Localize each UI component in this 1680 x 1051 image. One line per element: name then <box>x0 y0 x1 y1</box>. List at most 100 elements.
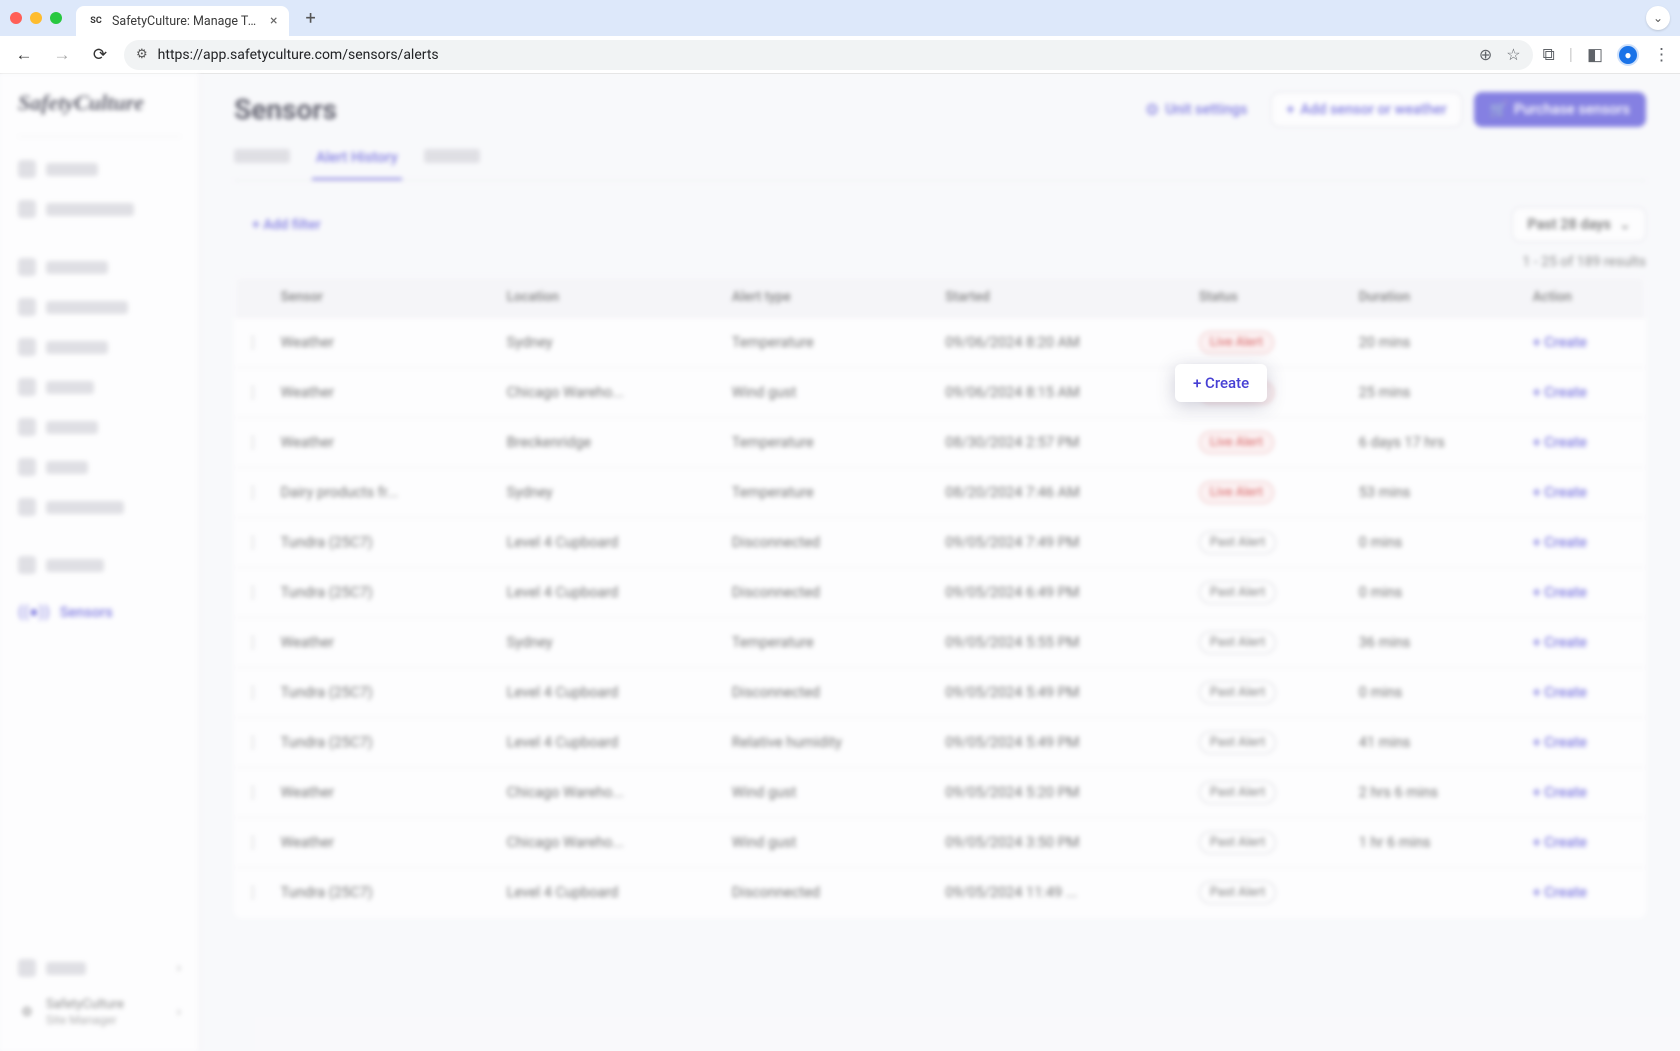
tab-alert-history[interactable]: Alert History <box>312 137 402 180</box>
create-button-highlighted[interactable]: + Create <box>1175 364 1267 402</box>
date-range-dropdown[interactable]: Past 28 days ⌄ <box>1512 207 1646 242</box>
site-settings-icon[interactable]: ⚙ <box>136 47 148 62</box>
sidebar-item[interactable] <box>10 191 189 227</box>
minimize-window[interactable] <box>30 12 42 24</box>
status-badge: Past Alert <box>1199 531 1276 554</box>
table-row[interactable]: ⋮WeatherChicago Wareho...Wind gust09/05/… <box>235 768 1646 818</box>
maximize-window[interactable] <box>50 12 62 24</box>
drag-handle-icon[interactable]: ⋮ <box>235 318 271 368</box>
status-badge: Past Alert <box>1199 631 1276 654</box>
drag-handle-icon[interactable]: ⋮ <box>235 768 271 818</box>
add-filter-button[interactable]: + Add filter <box>252 217 321 233</box>
tab-placeholder[interactable] <box>424 149 480 163</box>
close-tab-icon[interactable]: × <box>270 13 277 29</box>
sidebar-item[interactable] <box>10 289 189 325</box>
sidebar-org-row[interactable]: ⚙ SafetyCulture Site Manager › <box>10 987 189 1037</box>
drag-handle-icon[interactable]: ⋮ <box>235 818 271 868</box>
drag-handle-icon[interactable]: ⋮ <box>235 618 271 668</box>
create-button[interactable]: + Create <box>1533 834 1587 851</box>
page-title: Sensors <box>234 93 337 126</box>
site-role: Site Manager <box>46 1013 124 1027</box>
cell-duration: 41 mins <box>1349 718 1523 768</box>
cell-sensor: Weather <box>271 768 497 818</box>
create-button[interactable]: + Create <box>1533 334 1587 351</box>
kebab-menu-icon[interactable]: ⋮ <box>1653 45 1670 65</box>
sensors-icon: ((●)) <box>18 602 50 622</box>
sidebar-item[interactable] <box>10 449 189 485</box>
sidebar-item[interactable] <box>10 151 189 187</box>
drag-handle-icon[interactable]: ⋮ <box>235 868 271 918</box>
cell-alert-type: Temperature <box>722 618 936 668</box>
zoom-icon[interactable]: ⊕ <box>1479 45 1492 64</box>
cell-alert-type: Relative humidity <box>722 718 936 768</box>
purchase-sensors-button[interactable]: 🛒 Purchase sensors <box>1474 92 1646 127</box>
sidebar-item[interactable] <box>10 249 189 285</box>
create-button[interactable]: + Create <box>1533 484 1587 501</box>
back-button[interactable]: ← <box>10 45 38 65</box>
table-row[interactable]: ⋮WeatherChicago Wareho...Wind gust09/05/… <box>235 818 1646 868</box>
sidebar-item[interactable] <box>10 369 189 405</box>
sidebar-item-sensors[interactable]: ((●)) Sensors <box>10 593 189 631</box>
create-button[interactable]: + Create <box>1533 384 1587 401</box>
cell-action: + Create <box>1523 368 1646 418</box>
sidebar-account-row[interactable]: › <box>10 949 189 987</box>
browser-tab[interactable]: SC SafetyCulture: Manage Teams and... × <box>76 6 289 36</box>
cell-location: Sydney <box>497 318 722 368</box>
sidebar-item[interactable] <box>10 547 189 583</box>
table-row[interactable]: ⋮Tundra (25C7)Level 4 CupboardDisconnect… <box>235 868 1646 918</box>
cell-alert-type: Temperature <box>722 468 936 518</box>
table-row[interactable]: ⋮Tundra (25C7)Level 4 CupboardDisconnect… <box>235 518 1646 568</box>
create-button[interactable]: + Create <box>1533 684 1587 701</box>
drag-handle-icon[interactable]: ⋮ <box>235 468 271 518</box>
reload-button[interactable]: ⟳ <box>86 45 114 65</box>
drag-handle-icon[interactable]: ⋮ <box>235 668 271 718</box>
create-button[interactable]: + Create <box>1533 584 1587 601</box>
extensions-icon[interactable]: ⧉ <box>1543 45 1555 65</box>
table-row[interactable]: ⋮Tundra (25C7)Level 4 CupboardRelative h… <box>235 718 1646 768</box>
unit-settings-button[interactable]: ⚙ Unit settings <box>1133 92 1259 127</box>
drag-handle-icon[interactable]: ⋮ <box>235 518 271 568</box>
bookmark-icon[interactable]: ☆ <box>1506 45 1520 64</box>
cell-duration: 6 days 17 hrs <box>1349 418 1523 468</box>
cell-action: + Create <box>1523 868 1646 918</box>
cell-status: Past Alert <box>1189 718 1349 768</box>
table-row[interactable]: ⋮Tundra (25C7)Level 4 CupboardDisconnect… <box>235 568 1646 618</box>
create-button[interactable]: + Create <box>1533 434 1587 451</box>
cell-alert-type: Wind gust <box>722 368 936 418</box>
sidebar-item[interactable] <box>10 489 189 525</box>
create-button[interactable]: + Create <box>1533 734 1587 751</box>
col-action: Action <box>1523 277 1646 318</box>
table-row[interactable]: ⋮WeatherBreckenridgeTemperature08/30/202… <box>235 418 1646 468</box>
tab-title: SafetyCulture: Manage Teams and... <box>112 14 262 29</box>
create-button[interactable]: + Create <box>1533 534 1587 551</box>
tab-list-button[interactable]: ⌄ <box>1646 6 1670 30</box>
create-button[interactable]: + Create <box>1533 884 1587 901</box>
create-button[interactable]: + Create <box>1533 634 1587 651</box>
new-tab-button[interactable]: + <box>305 8 315 29</box>
address-bar[interactable]: ⚙ https://app.safetyculture.com/sensors/… <box>124 40 1533 70</box>
cell-action: + Create <box>1523 518 1646 568</box>
tab-placeholder[interactable] <box>234 149 290 163</box>
sidebar-item[interactable] <box>10 409 189 445</box>
separator: | <box>1569 45 1573 65</box>
drag-handle-icon[interactable]: ⋮ <box>235 568 271 618</box>
drag-handle-icon[interactable]: ⋮ <box>235 368 271 418</box>
cell-alert-type: Disconnected <box>722 518 936 568</box>
create-button[interactable]: + Create <box>1533 784 1587 801</box>
drag-handle-icon[interactable]: ⋮ <box>235 418 271 468</box>
side-panel-icon[interactable]: ◧ <box>1587 45 1603 65</box>
profile-avatar[interactable]: ● <box>1617 44 1639 66</box>
table-row[interactable]: ⋮WeatherChicago Wareho...Wind gust09/06/… <box>235 368 1646 418</box>
sidebar-item[interactable] <box>10 329 189 365</box>
table-row[interactable]: ⋮Tundra (25C7)Level 4 CupboardDisconnect… <box>235 668 1646 718</box>
cell-action: + Create <box>1523 718 1646 768</box>
add-sensor-button[interactable]: + Add sensor or weather <box>1271 92 1461 127</box>
cell-alert-type: Wind gust <box>722 768 936 818</box>
table-row[interactable]: ⋮WeatherSydneyTemperature09/05/2024 5:55… <box>235 618 1646 668</box>
forward-button[interactable]: → <box>48 45 76 65</box>
table-row[interactable]: ⋮WeatherSydneyTemperature09/06/2024 8:20… <box>235 318 1646 368</box>
drag-handle-icon[interactable]: ⋮ <box>235 718 271 768</box>
table-row[interactable]: ⋮Dairy products fr...SydneyTemperature08… <box>235 468 1646 518</box>
cell-location: Sydney <box>497 468 722 518</box>
close-window[interactable] <box>10 12 22 24</box>
